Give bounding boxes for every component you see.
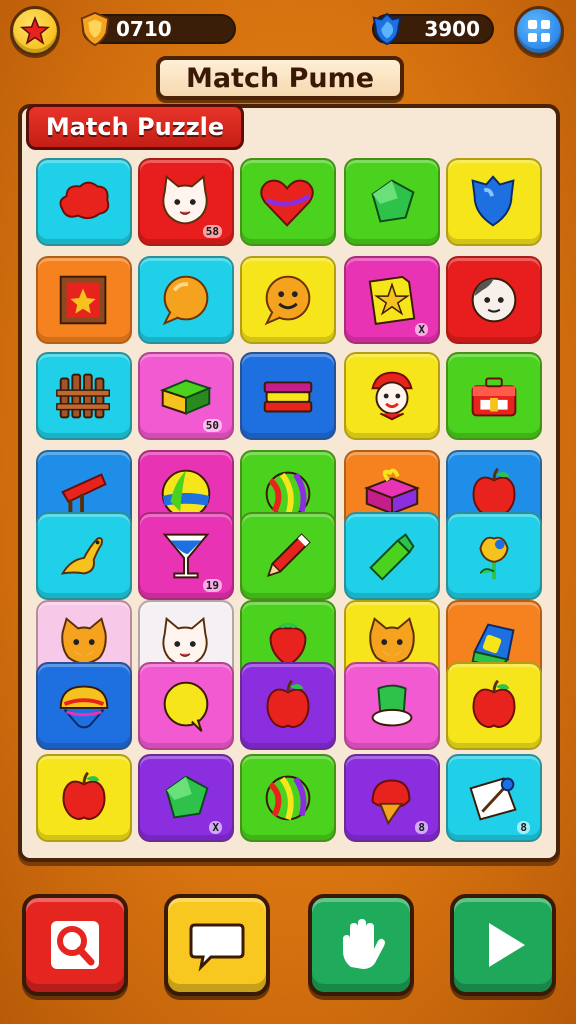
red-cloud-icon bbox=[59, 181, 110, 220]
tile[interactable] bbox=[36, 256, 132, 344]
tile[interactable] bbox=[240, 662, 336, 750]
tile[interactable] bbox=[240, 754, 336, 842]
blue-shield-icon bbox=[471, 175, 515, 227]
fish-icon bbox=[60, 537, 103, 575]
play-button[interactable] bbox=[450, 894, 556, 996]
striped-ball-icon bbox=[265, 775, 311, 821]
picture-frame-icon bbox=[59, 275, 107, 325]
tile[interactable] bbox=[36, 512, 132, 600]
tile[interactable] bbox=[138, 662, 234, 750]
tile[interactable]: X bbox=[138, 754, 234, 842]
red-apple-icon bbox=[266, 679, 310, 728]
green-gem-icon bbox=[371, 179, 415, 223]
paper-pin-icon bbox=[469, 777, 517, 821]
tile[interactable]: 8 bbox=[446, 754, 542, 842]
tile-badge: 58 bbox=[202, 225, 222, 238]
rainbow-shell-icon bbox=[59, 685, 109, 729]
apple-icon bbox=[62, 771, 106, 820]
tile[interactable] bbox=[446, 512, 542, 600]
orange-speech-bubble-icon bbox=[162, 275, 209, 326]
bald-head-icon bbox=[471, 277, 517, 323]
hand-button[interactable] bbox=[308, 894, 414, 996]
chat-button[interactable] bbox=[164, 894, 270, 996]
first-aid-box-icon bbox=[471, 377, 517, 417]
tile[interactable] bbox=[36, 754, 132, 842]
star-note-icon bbox=[368, 275, 416, 325]
clown-icon bbox=[371, 371, 413, 421]
tile[interactable] bbox=[240, 256, 336, 344]
tile[interactable] bbox=[344, 158, 440, 246]
tile-badge: 50 bbox=[202, 419, 222, 432]
tile[interactable] bbox=[344, 662, 440, 750]
tile[interactable] bbox=[446, 256, 542, 344]
play-icon bbox=[489, 923, 525, 967]
tile-grid: 58 X 50 19 X 8 8 bbox=[0, 0, 576, 1024]
apple-icon bbox=[472, 679, 516, 728]
tile-badge: X bbox=[209, 821, 222, 834]
tile[interactable] bbox=[240, 158, 336, 246]
book-stack-icon bbox=[263, 381, 313, 413]
tile[interactable]: 19 bbox=[138, 512, 234, 600]
yellow-flower-icon bbox=[479, 536, 509, 580]
heart-icon bbox=[260, 179, 314, 227]
tile-badge: 19 bbox=[202, 579, 222, 592]
tile[interactable] bbox=[36, 158, 132, 246]
tile[interactable] bbox=[446, 158, 542, 246]
pencil-icon bbox=[267, 533, 311, 577]
tile[interactable]: 50 bbox=[138, 352, 234, 440]
tile[interactable] bbox=[240, 512, 336, 600]
smiley-bubble-icon bbox=[264, 275, 311, 326]
tile[interactable] bbox=[36, 662, 132, 750]
tile-badge: X bbox=[415, 323, 428, 336]
green-cup-icon bbox=[371, 684, 413, 727]
tile[interactable] bbox=[446, 352, 542, 440]
tile[interactable] bbox=[240, 352, 336, 440]
magnifier-icon bbox=[51, 921, 99, 969]
yellow-speech-bubble-icon bbox=[163, 681, 209, 732]
chat-bubble-icon bbox=[189, 923, 245, 972]
crayon-icon bbox=[369, 533, 415, 581]
tile[interactable]: 8 bbox=[344, 754, 440, 842]
tile[interactable]: 58 bbox=[138, 158, 234, 246]
search-button[interactable] bbox=[22, 894, 128, 996]
tile[interactable]: X bbox=[344, 256, 440, 344]
tile[interactable] bbox=[446, 662, 542, 750]
tile-badge: 8 bbox=[517, 821, 530, 834]
wooden-fence-icon bbox=[56, 373, 110, 419]
tile[interactable] bbox=[138, 256, 234, 344]
tile[interactable] bbox=[36, 352, 132, 440]
tile[interactable] bbox=[344, 352, 440, 440]
tile-badge: 8 bbox=[415, 821, 428, 834]
hand-icon bbox=[343, 919, 385, 969]
ice-cream-icon bbox=[371, 779, 411, 826]
green-gem-icon bbox=[165, 775, 209, 819]
tile[interactable] bbox=[344, 512, 440, 600]
puzzle-title-banner: Match Puzzle bbox=[26, 104, 244, 150]
